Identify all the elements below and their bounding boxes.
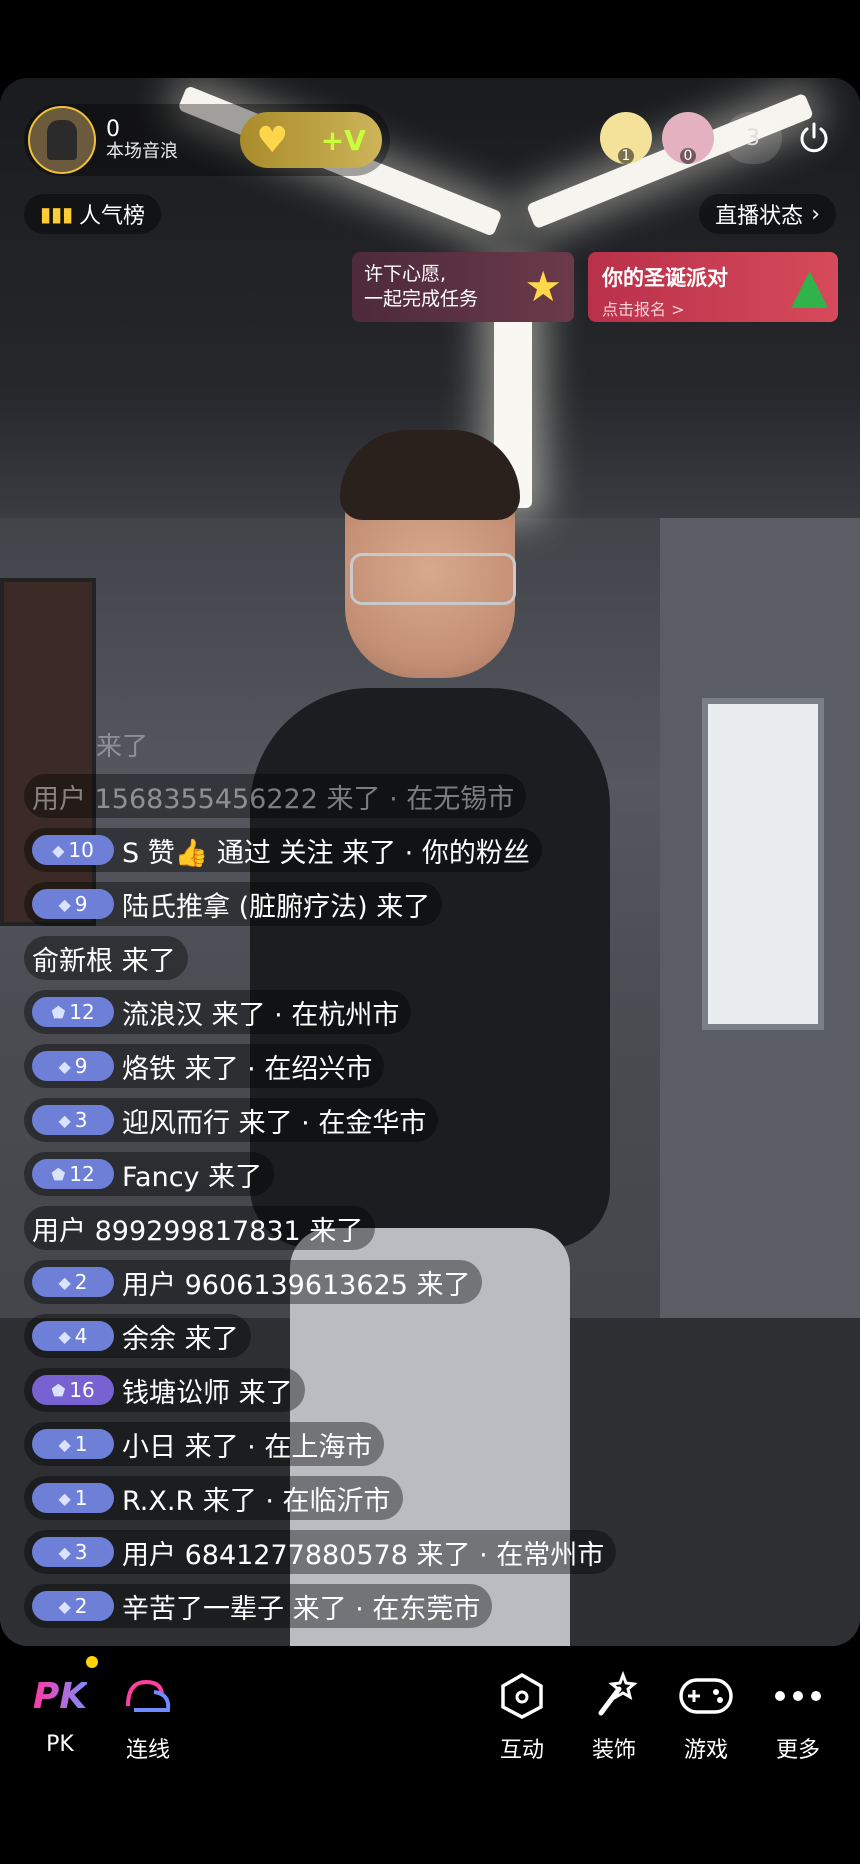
more-label: 更多 [775,1738,820,1763]
magic-wand-icon [589,1666,639,1726]
chat-message[interactable]: ◆ 9 烙铁 来了 · 在绍兴市 [24,1044,385,1088]
fan-level-badge: ◆ 9 [32,1051,114,1081]
bar-chart-icon: ▮▮▮ [40,202,74,226]
chat-message[interactable]: ◆ 10 S 赞👍 通过 关注 来了 · 你的粉丝 [24,828,542,872]
viewer-avatar-2[interactable]: 0 [662,112,714,164]
wish-task-banner[interactable]: 许下心愿, 一起完成任务 ★ [352,252,574,322]
chat-message[interactable]: ◆ 4 余余 来了 [24,1314,251,1358]
notification-dot [86,1656,98,1668]
fan-level-badge: ◆ 1 [32,1429,114,1459]
fan-level-badge: ◆ 3 [32,1537,114,1567]
live-status-label: 直播状态 [715,204,804,229]
link-button[interactable]: 连线 [108,1666,188,1764]
diamond-icon: ◆ [58,1542,71,1562]
pk-button[interactable]: PK PK [20,1666,100,1758]
chevron-right-icon: › [811,201,820,227]
popularity-rank-button[interactable]: ▮▮▮ 人气榜 [24,194,162,234]
gym-poster [0,578,96,926]
diamond-icon: ◆ [58,1488,71,1508]
more-button[interactable]: 更多 [758,1666,838,1764]
interact-label: 互动 [499,1738,544,1763]
power-icon[interactable] [792,116,836,160]
fan-level-badge: ⬟ 12 [32,1159,114,1189]
chat-message[interactable]: ⬟ 12 流浪汉 来了 · 在杭州市 [24,990,412,1034]
fan-level-badge: ◆ 3 [32,1105,114,1135]
chat-message[interactable]: ⬟ 12 Fancy 来了 [24,1152,275,1196]
chat-message[interactable]: ◆ 1 R.X.R 来了 · 在临沂市 [24,1476,403,1520]
diamond-icon: ◆ [58,1110,71,1130]
pk-icon: PK [32,1675,88,1717]
sound-label: 本场音浪 [106,141,178,163]
chat-message[interactable]: 用户 899299817831 来了 [24,1206,376,1250]
diamond-icon: ◆ [58,1434,71,1454]
chat-message[interactable]: ◆ 2 用户 9606139613625 来了 [24,1260,483,1304]
fan-level-badge: ◆ 2 [32,1267,114,1297]
chat-message[interactable]: 用户 1568355456222 来了 · 在无锡市 [24,774,527,818]
fan-level-badge: ◆ 4 [32,1321,114,1351]
chat-message[interactable]: ⬟ 16 钱塘讼师 来了 [24,1368,305,1412]
decor-label: 装饰 [591,1738,636,1763]
chat-message[interactable]: ◆ 1 小日 来了 · 在上海市 [24,1422,385,1466]
chat-message[interactable]: ◆ 2 辛苦了一辈子 来了 · 在东莞市 [24,1584,493,1628]
diamond-icon: ◆ [58,1272,71,1292]
faded-chat-line: 来了 [96,732,149,762]
christmas-party-banner[interactable]: 你的圣诞派对 点击报名 > ▲ [588,252,838,322]
game-label: 游戏 [683,1738,728,1763]
heart-icon: ♥ [256,119,289,161]
diamond-icon: ◆ [58,894,71,914]
streamer-info-pill[interactable]: 0 本场音浪 ♥ +V [24,104,390,176]
diamond-icon: ⬟ [51,1002,66,1022]
streamer-avatar[interactable] [28,106,96,174]
viewer-avatar-1[interactable]: 1 [600,112,652,164]
christmas-tree-icon: ▲ [791,258,828,314]
link-label: 连线 [125,1738,170,1763]
link-icon [122,1666,174,1726]
chat-message[interactable]: ◆ 3 迎风而行 来了 · 在金华市 [24,1098,439,1142]
interact-icon [497,1666,547,1726]
diamond-icon: ◆ [58,1596,71,1616]
diamond-icon: ◆ [52,840,65,860]
live-status-button[interactable]: 直播状态 › [699,194,836,234]
gym-window [702,698,824,1030]
decor-button[interactable]: 装饰 [574,1666,654,1764]
fan-level-badge: ◆ 10 [32,835,114,865]
gamepad-icon [678,1666,734,1726]
fan-level-badge: ◆ 9 [32,889,114,919]
interact-button[interactable]: 互动 [482,1666,562,1764]
star-icon: ★ [524,262,562,311]
sound-count: 0 [106,117,120,142]
diamond-icon: ◆ [58,1326,71,1346]
chat-message[interactable]: ◆ 3 用户 6841277880578 来了 · 在常州市 [24,1530,617,1574]
fan-club-button[interactable]: ♥ +V [240,112,382,168]
fan-level-badge: ⬟ 16 [32,1375,114,1405]
pk-label: PK [46,1732,74,1757]
chat-message[interactable]: ◆ 9 陆氏推拿 (脏腑疗法) 来了 [24,882,443,926]
popularity-rank-label: 人气榜 [79,204,146,229]
more-dots-icon [774,1666,822,1726]
diamond-icon: ⬟ [51,1380,66,1400]
online-count[interactable]: 3 [724,112,782,164]
fan-level-badge: ◆ 1 [32,1483,114,1513]
viewer-area: 1 0 3 [600,112,836,164]
vip-plus-icon: +V [320,123,366,157]
diamond-icon: ⬟ [51,1164,66,1184]
chat-message[interactable]: 俞新根 来了 [24,936,188,980]
fan-level-badge: ⬟ 12 [32,997,114,1027]
fan-level-badge: ◆ 2 [32,1591,114,1621]
diamond-icon: ◆ [58,1056,71,1076]
bottom-toolbar: PK PK 连线 互动 装饰 游戏 更多 [0,1648,860,1864]
game-button[interactable]: 游戏 [666,1666,746,1764]
